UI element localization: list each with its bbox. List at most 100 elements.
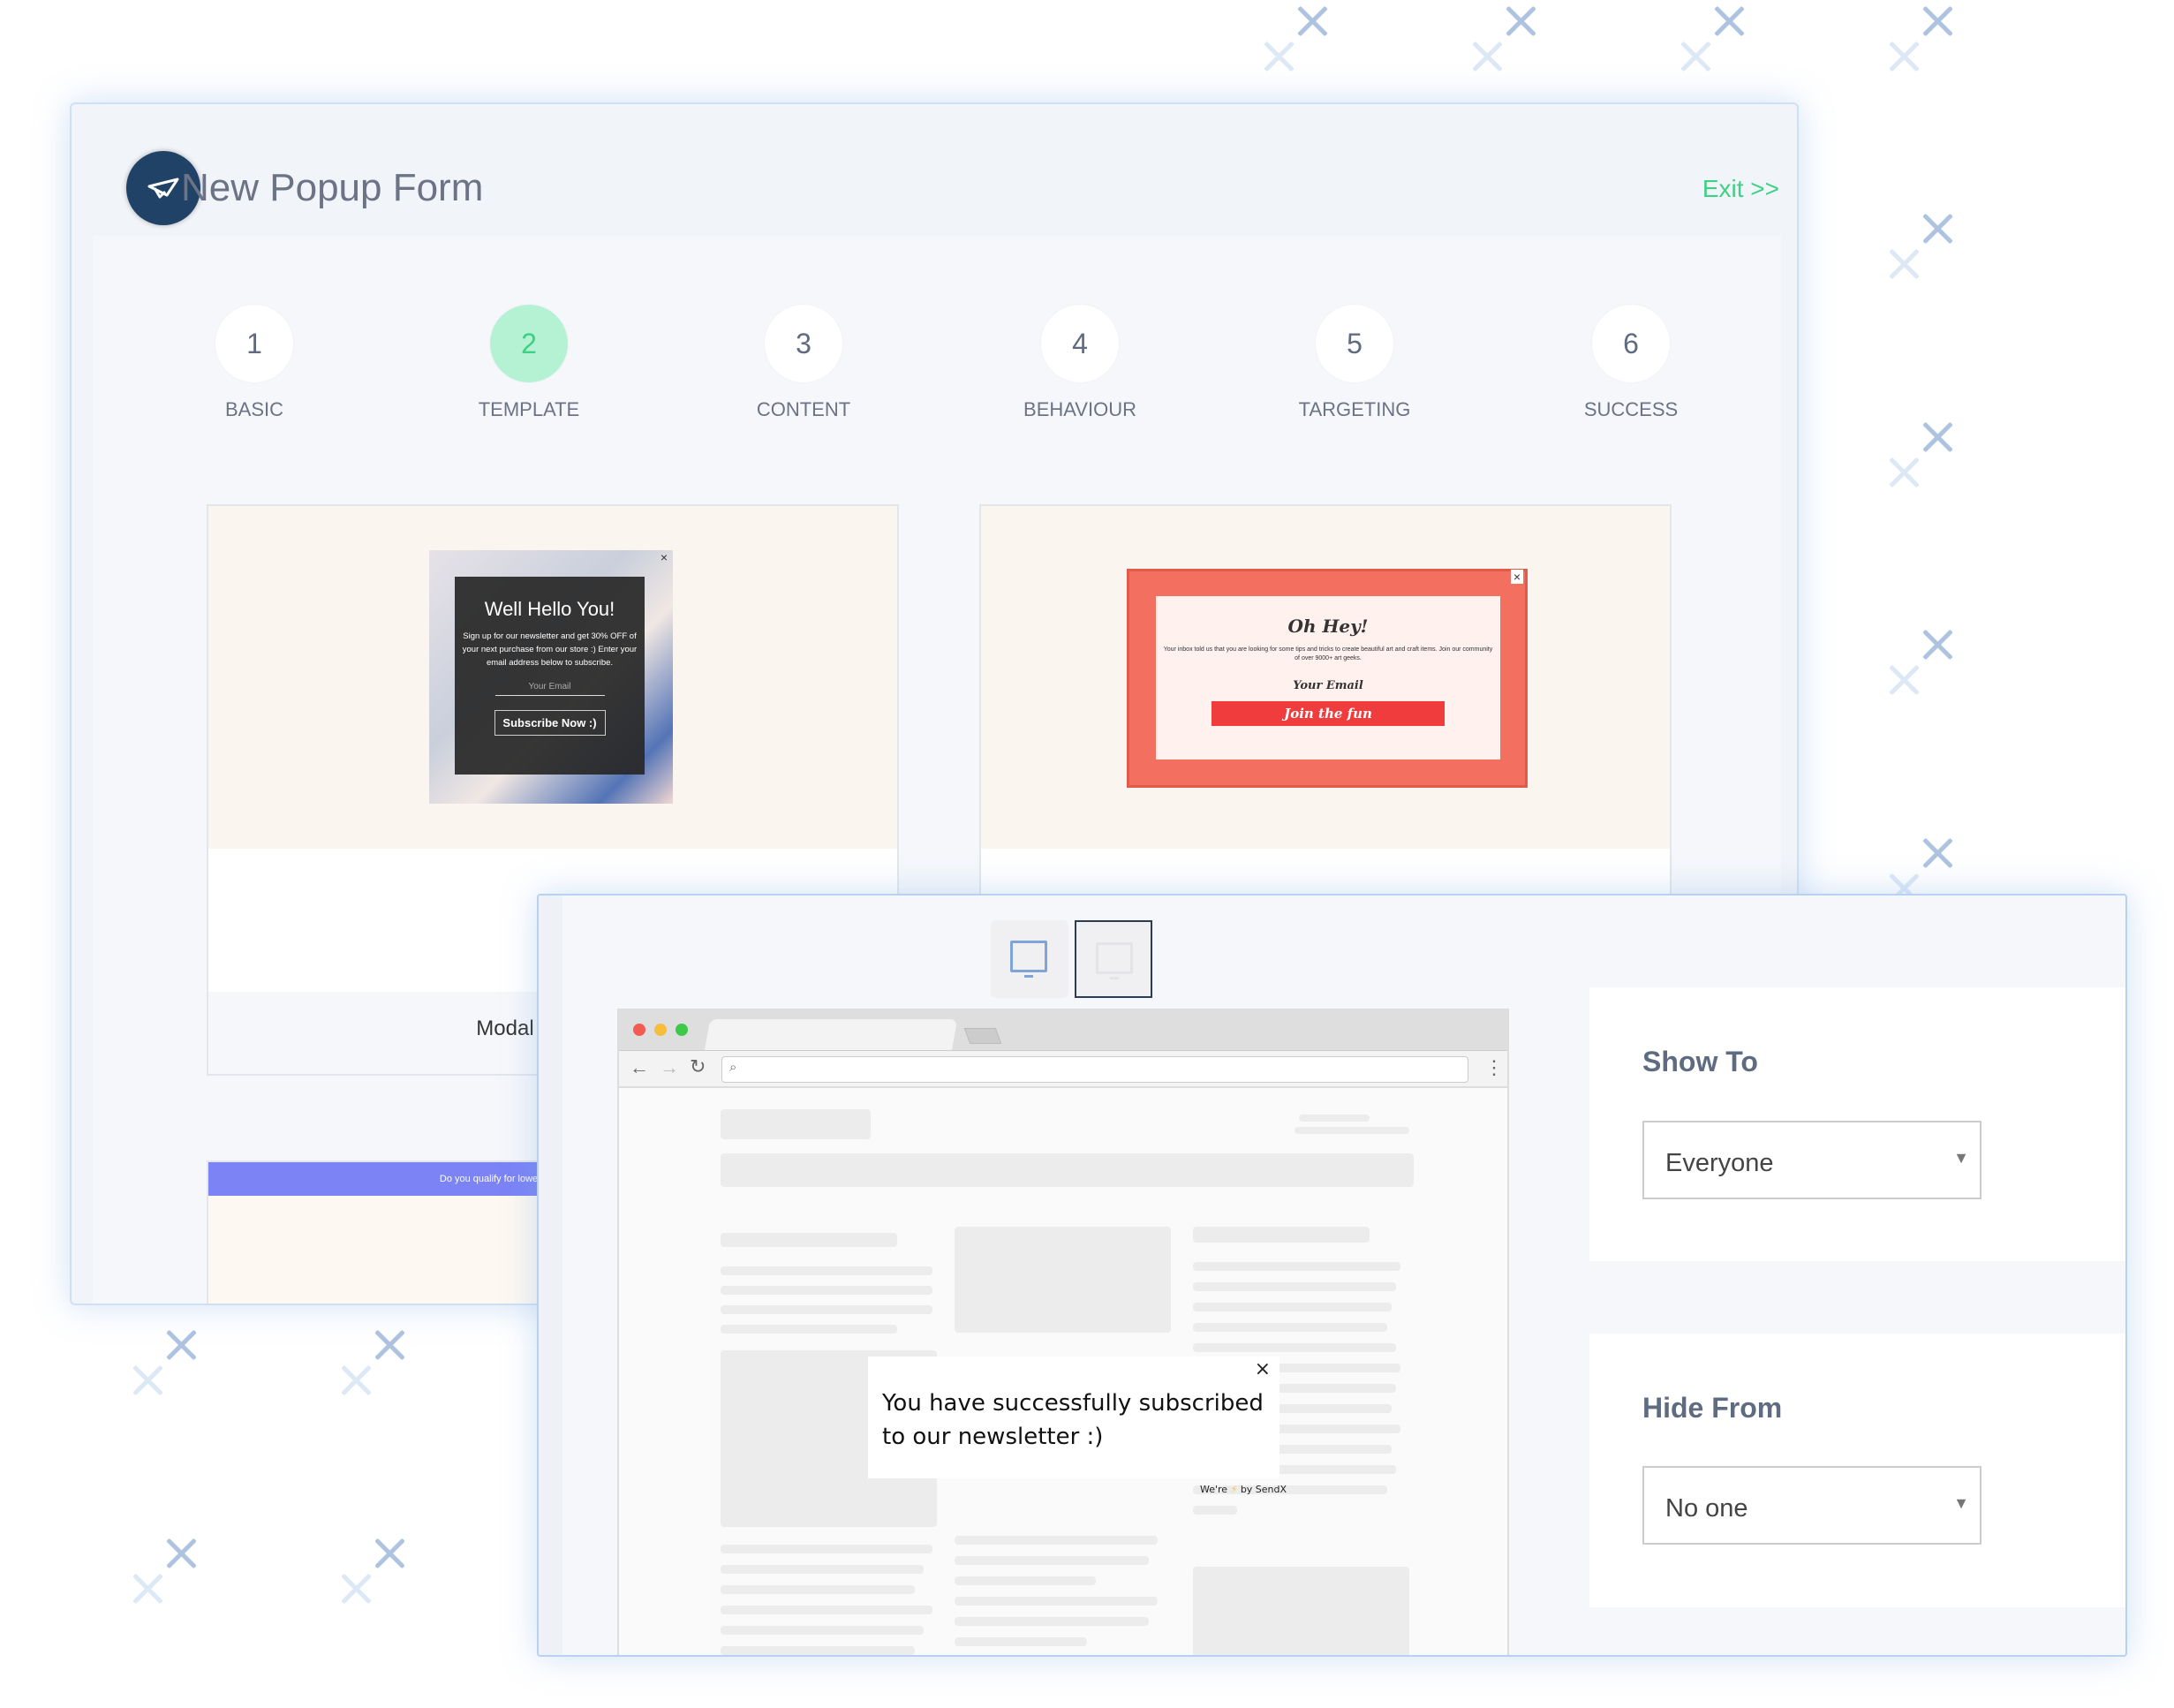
skeleton-block bbox=[1193, 1567, 1409, 1655]
close-icon[interactable]: × bbox=[1255, 1358, 1271, 1380]
mobile-icon bbox=[1096, 942, 1133, 974]
skeleton-block bbox=[1193, 1343, 1396, 1352]
template-preview: × Well Hello You! Sign up for our newsle… bbox=[208, 506, 897, 849]
success-popup: × You have successfully subscribed to ou… bbox=[868, 1357, 1279, 1478]
template-preview: × Oh Hey! Your inbox told us that you ar… bbox=[981, 506, 1670, 849]
x-mark-icon bbox=[163, 1327, 199, 1363]
step-label: TEMPLATE bbox=[478, 398, 580, 420]
x-mark-icon bbox=[1711, 4, 1747, 39]
powered-by: We're ⚡ by SendX bbox=[1200, 1484, 1287, 1495]
maximize-dot bbox=[676, 1024, 688, 1036]
step-success[interactable]: 6 SUCCESS bbox=[1543, 305, 1719, 421]
preview-title: Oh Hey! bbox=[1287, 616, 1369, 637]
step-targeting[interactable]: 5 TARGETING bbox=[1266, 305, 1443, 421]
x-mark-icon bbox=[1920, 627, 1955, 662]
x-mark-icon bbox=[1886, 246, 1921, 282]
preview-email: Your Email bbox=[1293, 679, 1363, 692]
exit-link[interactable]: Exit >> bbox=[1702, 175, 1779, 203]
show-to-label: Show To bbox=[1642, 1046, 1758, 1077]
step-template[interactable]: 2 TEMPLATE bbox=[441, 305, 617, 421]
x-mark-icon bbox=[1886, 455, 1921, 490]
skeleton-block bbox=[721, 1626, 924, 1635]
skeleton-block bbox=[721, 1233, 897, 1247]
menu-icon[interactable]: ⋮ bbox=[1484, 1056, 1504, 1079]
x-mark-icon bbox=[1920, 4, 1955, 39]
x-mark-icon bbox=[372, 1327, 407, 1363]
desktop-view-button[interactable] bbox=[991, 920, 1068, 998]
skeleton-block bbox=[1295, 1127, 1409, 1134]
step-label: SUCCESS bbox=[1583, 398, 1679, 420]
success-message: You have successfully subscribed to our … bbox=[882, 1390, 1264, 1450]
close-dot bbox=[633, 1024, 645, 1036]
step-behaviour[interactable]: 4 BEHAVIOUR bbox=[992, 305, 1168, 421]
skeleton-block bbox=[721, 1545, 932, 1553]
skeleton-block bbox=[1193, 1303, 1392, 1311]
skeleton-block bbox=[1193, 1282, 1396, 1291]
x-mark-icon bbox=[1295, 4, 1330, 39]
reload-icon[interactable]: ↻ bbox=[690, 1055, 706, 1078]
skeleton-block bbox=[721, 1325, 897, 1334]
x-mark-icon bbox=[1886, 662, 1921, 698]
preview-body: Your inbox told us that you are looking … bbox=[1163, 646, 1493, 661]
panel-edge bbox=[539, 896, 562, 1655]
preview-title: Well Hello You! bbox=[484, 598, 615, 620]
x-mark-icon bbox=[163, 1536, 199, 1571]
skeleton-block bbox=[721, 1109, 871, 1139]
show-to-select[interactable]: Everyone ▼ bbox=[1642, 1121, 1982, 1199]
preview-email: Your Email bbox=[494, 682, 605, 696]
browser-tab-bar bbox=[619, 1010, 1507, 1051]
hide-from-section: Hide From No one ▼ bbox=[1589, 1334, 2125, 1607]
minimize-dot bbox=[654, 1024, 667, 1036]
x-mark-icon bbox=[130, 1571, 165, 1606]
search-icon: ⌕ bbox=[729, 1060, 737, 1075]
x-mark-icon bbox=[1261, 39, 1296, 74]
skeleton-block bbox=[721, 1153, 1414, 1187]
skeleton-block bbox=[721, 1286, 932, 1295]
skeleton-block bbox=[955, 1556, 1149, 1565]
step-basic[interactable]: 1 BASIC bbox=[166, 305, 343, 421]
skeleton-block bbox=[955, 1597, 1158, 1606]
targeting-panel: ← → ↻ ⌕ ⋮ × You have successfully subscr… bbox=[537, 894, 2127, 1657]
close-icon: × bbox=[1510, 570, 1523, 584]
skeleton-block bbox=[721, 1565, 924, 1574]
show-to-section: Show To Everyone ▼ bbox=[1589, 987, 2125, 1261]
x-mark-icon bbox=[1920, 419, 1955, 455]
hide-from-label: Hide From bbox=[1642, 1392, 1783, 1424]
skeleton-block bbox=[721, 1606, 932, 1614]
mobile-view-button[interactable] bbox=[1075, 920, 1152, 998]
skeleton-block bbox=[1193, 1227, 1370, 1243]
browser-preview: ← → ↻ ⌕ ⋮ × You have successfully subscr… bbox=[617, 1009, 1509, 1655]
back-icon[interactable]: ← bbox=[630, 1056, 649, 1079]
preview-body: Sign up for our newsletter and get 30% O… bbox=[462, 631, 638, 668]
browser-toolbar: ← → ↻ ⌕ ⋮ bbox=[619, 1050, 1507, 1088]
step-label: BEHAVIOUR bbox=[1023, 398, 1136, 420]
chevron-down-icon: ▼ bbox=[1953, 1494, 1969, 1512]
skeleton-block bbox=[955, 1576, 1096, 1585]
lightning-icon: ⚡ bbox=[1230, 1484, 1238, 1495]
skeleton-block bbox=[721, 1305, 932, 1314]
x-mark-icon bbox=[130, 1363, 165, 1398]
step-label: BASIC bbox=[224, 398, 284, 420]
browser-tab[interactable] bbox=[704, 1019, 958, 1051]
skeleton-block bbox=[955, 1227, 1171, 1333]
skeleton-block bbox=[1193, 1262, 1400, 1271]
skeleton-block bbox=[721, 1266, 932, 1275]
skeleton-block bbox=[721, 1585, 915, 1594]
x-mark-icon bbox=[1920, 835, 1955, 871]
skeleton-block bbox=[1193, 1323, 1387, 1332]
x-mark-icon bbox=[1678, 39, 1713, 74]
skeleton-block bbox=[721, 1646, 915, 1655]
preview-button: Join the fun bbox=[1212, 701, 1445, 726]
forward-icon[interactable]: → bbox=[660, 1056, 679, 1079]
step-number: 2 bbox=[490, 305, 568, 382]
step-label: CONTENT bbox=[756, 398, 851, 420]
step-number: 6 bbox=[1592, 305, 1670, 382]
hide-from-select[interactable]: No one ▼ bbox=[1642, 1466, 1982, 1545]
skeleton-block bbox=[955, 1637, 1087, 1646]
skeleton-block bbox=[1193, 1506, 1237, 1515]
address-bar[interactable]: ⌕ bbox=[721, 1056, 1468, 1083]
preview-popup: × Oh Hey! Your inbox told us that you ar… bbox=[1127, 569, 1528, 788]
step-content[interactable]: 3 CONTENT bbox=[715, 305, 892, 421]
x-mark-icon bbox=[372, 1536, 407, 1571]
new-tab-button[interactable] bbox=[963, 1028, 1002, 1044]
